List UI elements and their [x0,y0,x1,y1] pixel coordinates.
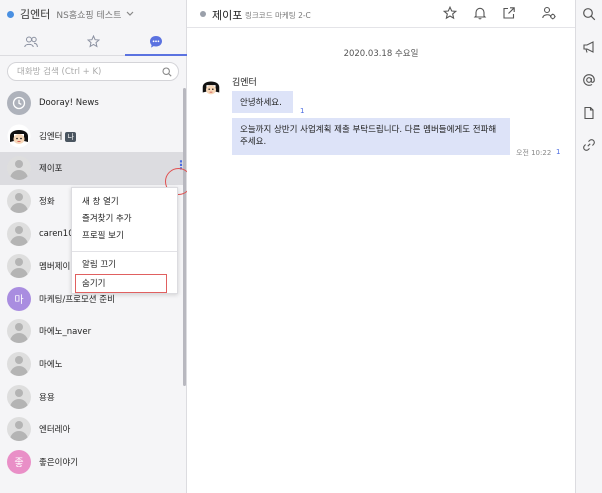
star-icon[interactable] [443,6,457,20]
group-avatar: 좋 [7,449,31,474]
list-item-label: 멤버제이 [39,262,71,273]
list-item-label: 마에노 [39,360,63,371]
file-icon[interactable] [582,106,596,120]
list-item-label: 정화 [39,197,55,208]
tab-members[interactable] [0,28,62,55]
menu-item-open-new-window[interactable]: 새 창 열기 [82,195,119,207]
sidebar-tabs [0,28,188,56]
sidebar-scrollbar[interactable] [183,88,186,386]
search-input[interactable] [17,66,162,77]
search-icon[interactable] [162,66,172,77]
member-settings-icon[interactable] [542,6,556,20]
avatar [7,221,31,246]
workspace-switcher[interactable]: 김엔터 NS홈쇼핑 테스트 [0,0,187,28]
list-item[interactable]: 김엔터 나 [0,120,187,153]
list-item-label: 마에노_naver [39,327,92,338]
search-icon[interactable] [582,7,596,21]
message-bubble: 안녕하세요. [232,91,293,113]
link-icon[interactable] [582,138,596,152]
presence-dot [7,10,14,18]
list-item-label: Dooray! News [39,98,99,109]
list-item[interactable]: 마에노 [0,348,187,381]
list-item[interactable]: 엔터레아 [0,413,187,446]
menu-item-mute[interactable]: 알림 끄기 [82,258,116,270]
list-item[interactable]: 좋 좋은이야기 [0,446,187,479]
me-badge: 나 [65,131,76,142]
list-item[interactable]: 마에노_naver [0,315,187,348]
workspace-user-name: 김엔터 [20,8,51,21]
list-item-label: 마케팅/프로모션 준비 [39,294,115,305]
workspace-name: NS홈쇼핑 테스트 [56,10,122,21]
messenger-app: 김엔터 NS홈쇼핑 테스트 대화방 검색 (Ctrl + K) Dooray! … [0,0,602,493]
chat-panel: 제이포 링크코드 마케팅 2-C 2020.03.18 수요일 김엔터 안녕하세… [187,0,575,493]
mention-icon[interactable] [582,73,596,87]
avatar [7,189,31,214]
clock-icon [7,91,31,116]
menu-item-hide[interactable]: 숨기기 [82,277,105,289]
chat-subtitle: 링크코드 마케팅 2-C [245,11,311,20]
avatar [7,254,31,279]
unread-count: 1 [300,107,305,115]
avatar [7,156,31,181]
megaphone-icon[interactable] [582,40,596,54]
unread-count: 1 [556,148,561,156]
avatar [7,417,31,442]
list-item-name: 김엔터 [39,131,63,142]
star-icon [86,35,100,48]
list-item-label: 좋은이야기 [39,457,79,468]
cartoon-avatar [7,124,31,148]
avatar [7,384,31,409]
search-box [7,62,179,81]
menu-divider [72,251,177,252]
list-item-label: 제이포 [39,164,63,175]
message-time: 오전 10:22 [516,149,552,157]
list-item-label: 엔터레아 [39,425,71,436]
list-item[interactable]: Dooray! News [0,87,187,120]
list-item-label: 김엔터 나 [39,130,76,142]
date-divider: 2020.03.18 수요일 [343,49,419,59]
sender-name: 김엔터 [232,78,257,88]
context-menu: 새 창 열기 즐겨찾기 추가 프로필 보기 알림 끄기 숨기기 [71,187,178,294]
menu-item-add-favorite[interactable]: 즐겨찾기 추가 [82,212,132,224]
chat-header: 제이포 링크코드 마케팅 2-C [187,0,575,28]
group-avatar: 마 [7,286,31,311]
right-rail [575,0,602,493]
presence-dot [200,11,206,17]
tab-chats[interactable] [124,28,188,56]
avatar [7,352,31,377]
chat-title: 제이포 [212,9,243,22]
chevron-down-icon [126,10,134,19]
sender-avatar [200,76,222,98]
list-item-label: 용용 [39,392,55,403]
tab-favorites[interactable] [62,28,124,55]
people-icon [24,36,39,47]
list-item[interactable]: 용용 [0,380,187,413]
list-item-selected[interactable]: 제이포 ⋮ [0,152,187,185]
menu-item-view-profile[interactable]: 프로필 보기 [82,229,124,241]
external-link-icon[interactable] [502,6,516,20]
chat-bubble-icon [149,35,162,48]
message-bubble: 오늘까지 상반기 사업계획 제출 부탁드립니다. 다른 멤버들에게도 전파해주세… [232,118,510,155]
avatar [7,319,31,344]
sidebar: 김엔터 NS홈쇼핑 테스트 대화방 검색 (Ctrl + K) Dooray! … [0,0,192,493]
bell-icon[interactable] [473,6,487,20]
